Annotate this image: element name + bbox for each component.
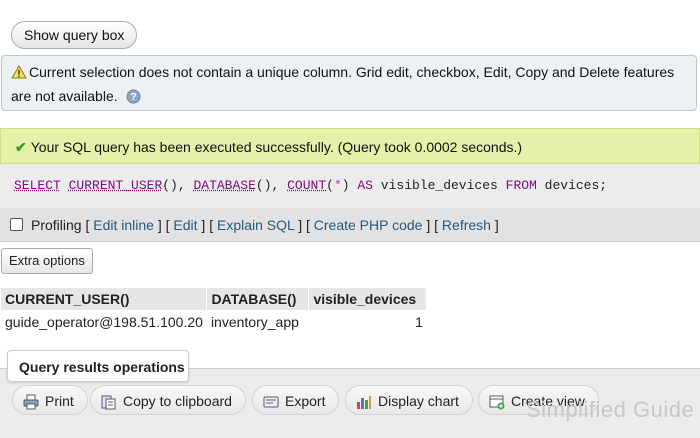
edit-link[interactable]: Edit: [173, 217, 197, 233]
column-header[interactable]: visible_devices: [308, 288, 428, 310]
table-row: guide_operator@198.51.100.20 inventory_a…: [1, 310, 427, 334]
sql-keyword[interactable]: SELECT: [14, 178, 61, 193]
svg-text:?: ?: [130, 92, 136, 103]
table-header-row: CURRENT_USER() DATABASE() visible_device…: [1, 288, 428, 310]
sql-function[interactable]: DATABASE: [193, 178, 255, 193]
clipboard-icon: [101, 393, 123, 410]
copy-to-clipboard-button[interactable]: Copy to clipboard: [90, 385, 246, 415]
column-header[interactable]: CURRENT_USER(): [1, 288, 208, 310]
sql-punct: (),: [162, 178, 194, 193]
results-table: CURRENT_USER() DATABASE() visible_device…: [1, 288, 428, 334]
display-chart-label: Display chart: [378, 393, 459, 409]
create-php-link[interactable]: Create PHP code: [314, 217, 423, 233]
print-icon: [23, 393, 45, 410]
profiling-label: Profiling: [31, 217, 82, 233]
sql-punct: (: [326, 178, 334, 193]
sql-keyword: AS: [357, 178, 373, 193]
chart-icon: [356, 393, 378, 409]
unique-column-notice: Current selection does not contain a uni…: [1, 55, 697, 111]
notice-text: Current selection does not contain a uni…: [11, 64, 675, 104]
profiling-checkbox[interactable]: [10, 218, 23, 231]
success-text: Your SQL query has been executed success…: [30, 139, 523, 155]
print-button[interactable]: Print: [12, 385, 88, 415]
check-icon: ✔: [15, 139, 27, 155]
explain-sql-link[interactable]: Explain SQL: [217, 217, 294, 233]
table-cell: guide_operator@198.51.100.20: [1, 310, 207, 334]
help-icon[interactable]: ?: [126, 88, 141, 110]
sql-punct: ): [341, 178, 350, 193]
table-cell: inventory_app: [206, 310, 309, 334]
sql-function[interactable]: CURRENT_USER: [69, 178, 163, 193]
sql-star: *: [333, 178, 342, 193]
sql-action-links: Profiling [ Edit inline ] [ Edit ] [ Exp…: [0, 208, 700, 242]
print-label: Print: [45, 393, 74, 409]
sql-function[interactable]: COUNT: [287, 178, 326, 193]
sql-keyword: FROM: [505, 178, 537, 193]
create-view-icon: [489, 393, 511, 410]
operations-title: Query results operations: [7, 350, 189, 382]
sql-table: devices;: [544, 178, 608, 193]
sql-punct: (),: [255, 178, 288, 193]
edit-inline-link[interactable]: Edit inline: [93, 217, 154, 233]
copy-label: Copy to clipboard: [123, 393, 232, 409]
export-label: Export: [285, 393, 326, 409]
sql-alias: visible_devices: [380, 178, 498, 193]
show-query-box-button[interactable]: Show query box: [11, 21, 138, 49]
display-chart-button[interactable]: Display chart: [345, 385, 473, 415]
export-button[interactable]: Export: [252, 385, 340, 415]
column-header[interactable]: DATABASE(): [206, 288, 310, 310]
warning-icon: [11, 63, 29, 85]
sql-query-display: SELECT CURRENT_USER(), DATABASE(), COUNT…: [0, 164, 700, 208]
success-message: ✔ Your SQL query has been executed succes…: [0, 128, 700, 164]
extra-options-button[interactable]: Extra options: [1, 248, 93, 274]
refresh-link[interactable]: Refresh: [442, 217, 491, 233]
table-cell: 1: [308, 310, 427, 334]
export-icon: [263, 393, 285, 409]
watermark: Simplified Guide: [526, 397, 695, 422]
